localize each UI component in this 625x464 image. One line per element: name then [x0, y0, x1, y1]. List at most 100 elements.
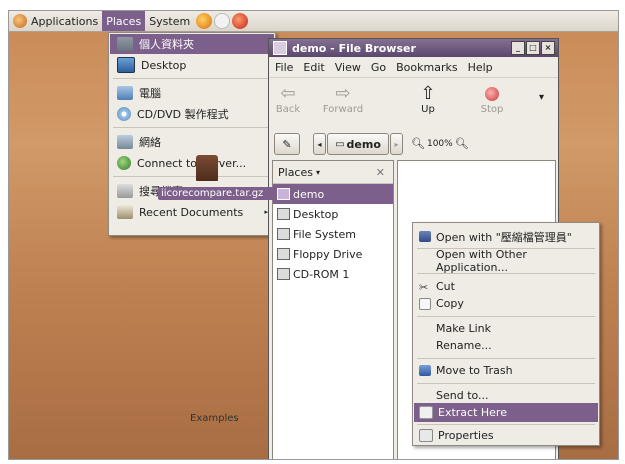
- side-pane-title: Places: [278, 165, 313, 179]
- context-item-label: Open with Other Application...: [436, 247, 527, 274]
- menu-view[interactable]: View: [335, 61, 361, 74]
- documents-icon: [117, 205, 133, 219]
- side-item-floppy-drive[interactable]: Floppy Drive: [273, 244, 393, 264]
- places-menu-button[interactable]: Places: [102, 11, 146, 31]
- archive-file-icon[interactable]: [196, 155, 218, 181]
- side-item-desktop[interactable]: Desktop: [273, 204, 393, 224]
- path-right-arrow-button[interactable]: ▸: [390, 133, 403, 155]
- places-item-computer[interactable]: 電腦: [110, 83, 274, 103]
- zoom-out-icon[interactable]: 🔍︎: [411, 137, 425, 150]
- stop-icon: [485, 87, 499, 101]
- places-item-label: 電腦: [139, 87, 161, 100]
- menu-separator: [417, 273, 595, 274]
- menu-properties[interactable]: Properties: [414, 426, 598, 445]
- side-item-label: Desktop: [293, 207, 339, 221]
- examples-label[interactable]: Examples: [190, 413, 239, 424]
- copy-icon: [419, 297, 431, 310]
- title-bar[interactable]: demo - File Browser _ □ ×: [269, 39, 558, 57]
- path-left-arrow-button[interactable]: ◂: [313, 133, 326, 155]
- places-item-network[interactable]: 網絡: [110, 132, 274, 152]
- cdrom-icon: [277, 268, 290, 280]
- side-item-label: CD-ROM 1: [293, 267, 350, 281]
- places-item-connect-server[interactable]: Connect to Server...: [110, 153, 274, 173]
- close-pane-icon[interactable]: ✕: [376, 166, 385, 179]
- menu-go[interactable]: Go: [371, 61, 386, 74]
- menu-move-to-trash[interactable]: Move to Trash: [414, 361, 598, 380]
- menu-bar: File Edit View Go Bookmarks Help: [269, 58, 558, 76]
- file-name-label[interactable]: iicorecompare.tar.gz: [158, 187, 275, 200]
- zoom-in-icon[interactable]: 🔍︎: [455, 137, 469, 150]
- chevron-right-icon: ▸: [394, 139, 399, 149]
- archive-manager-icon: [419, 231, 431, 242]
- back-button[interactable]: ⇦ Back: [273, 83, 303, 116]
- context-item-label: Properties: [438, 429, 494, 442]
- menu-open-with-other[interactable]: Open with Other Application...: [414, 248, 598, 274]
- minimize-button[interactable]: _: [511, 41, 525, 55]
- system-menu[interactable]: System: [145, 11, 194, 31]
- floppy-icon: [277, 248, 290, 260]
- computer-icon: [117, 86, 133, 100]
- gnome-foot-icon: [13, 14, 27, 28]
- up-arrow-icon: ⇧: [420, 83, 436, 104]
- help-launcher-icon[interactable]: [232, 13, 249, 29]
- side-item-label: File System: [293, 227, 356, 241]
- window-title: demo - File Browser: [292, 41, 416, 55]
- places-item-home[interactable]: 個人資料夾: [110, 34, 274, 54]
- context-item-label: Cut: [436, 280, 455, 293]
- context-item-label: Extract Here: [438, 406, 507, 419]
- places-item-recent-documents[interactable]: Recent Documents ▸: [110, 202, 274, 222]
- zoom-level[interactable]: 100%: [427, 139, 453, 149]
- stop-button[interactable]: Stop: [477, 84, 507, 115]
- applications-label: Applications: [31, 14, 99, 28]
- side-item-demo[interactable]: demo: [273, 184, 393, 204]
- trash-icon: [419, 365, 431, 376]
- search-icon: [117, 184, 133, 198]
- path-folder-label: demo: [346, 137, 381, 151]
- side-item-file-system[interactable]: File System: [273, 224, 393, 244]
- menu-separator: [417, 316, 595, 317]
- forward-arrow-icon: ⇨: [335, 83, 351, 104]
- cut-icon: ✂: [419, 281, 429, 294]
- forward-button[interactable]: ⇨ Forward: [319, 83, 367, 116]
- back-arrow-icon: ⇦: [280, 83, 296, 104]
- menu-edit[interactable]: Edit: [303, 61, 324, 74]
- up-button[interactable]: ⇧ Up: [415, 83, 441, 116]
- extract-icon: [419, 406, 433, 419]
- menu-rename[interactable]: Rename...: [414, 336, 598, 355]
- network-icon: [117, 135, 133, 149]
- cd-icon: [117, 107, 131, 121]
- side-item-label: Floppy Drive: [293, 247, 363, 261]
- menu-file[interactable]: File: [275, 61, 293, 74]
- maximize-button[interactable]: □: [526, 41, 540, 55]
- edit-location-icon: ✎: [282, 137, 292, 151]
- forward-label: Forward: [322, 104, 364, 115]
- path-button-demo[interactable]: ▭ demo: [327, 133, 389, 155]
- side-pane: Places ▾ ✕ demo Desktop File System Flop…: [272, 160, 394, 459]
- side-pane-header[interactable]: Places ▾ ✕: [273, 161, 393, 184]
- places-item-label: 個人資料夾: [139, 38, 194, 51]
- side-item-label: demo: [293, 187, 325, 201]
- mail-launcher-icon[interactable]: [214, 13, 231, 29]
- firefox-launcher-icon[interactable]: [196, 13, 213, 29]
- menu-help[interactable]: Help: [468, 61, 493, 74]
- folder-icon: [277, 188, 290, 200]
- menu-bookmarks[interactable]: Bookmarks: [396, 61, 457, 74]
- toolbar-overflow-icon[interactable]: ▾: [539, 92, 544, 103]
- side-item-cd-rom[interactable]: CD-ROM 1: [273, 264, 393, 284]
- places-item-cd-burner[interactable]: CD/DVD 製作程式: [110, 104, 274, 124]
- applications-menu[interactable]: Applications: [9, 11, 102, 31]
- menu-extract-here[interactable]: Extract Here: [414, 403, 598, 422]
- window-icon: [273, 41, 287, 55]
- places-item-desktop[interactable]: Desktop: [110, 55, 274, 75]
- menu-open-with-archive-manager[interactable]: Open with "壓縮檔管理員": [414, 227, 598, 246]
- close-button[interactable]: ×: [541, 41, 555, 55]
- screen: Applications Places System 個人資料夾 Desktop…: [8, 10, 619, 460]
- toggle-location-button[interactable]: ✎: [274, 133, 300, 155]
- dropdown-arrow-icon: ▾: [315, 167, 320, 177]
- menu-copy[interactable]: Copy: [414, 294, 598, 313]
- menu-separator: [417, 424, 595, 425]
- drive-icon: [277, 228, 290, 240]
- top-panel: Applications Places System: [9, 11, 618, 32]
- back-label: Back: [275, 104, 301, 115]
- desktop-icon: [117, 57, 135, 73]
